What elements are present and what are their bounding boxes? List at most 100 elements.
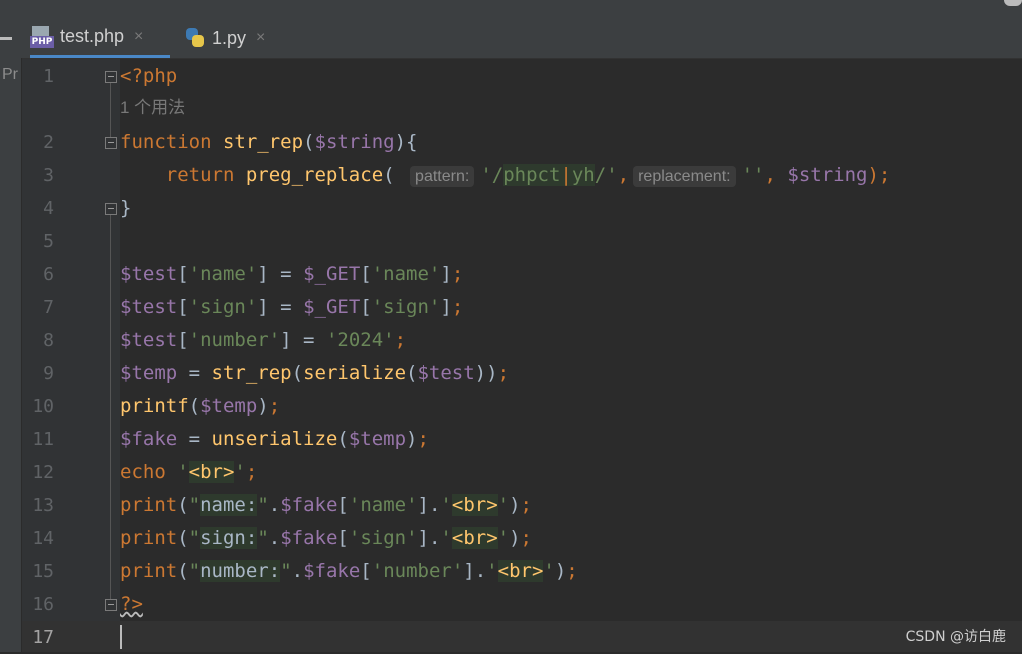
tab-test-php[interactable]: PHP test.php × xyxy=(30,18,170,58)
punctuation: [ xyxy=(337,527,349,549)
variable: $_GET xyxy=(303,263,361,285)
keyword: function xyxy=(120,131,212,153)
code-line-8[interactable]: $test['number'] = '2024'; xyxy=(120,324,406,357)
punctuation: ( xyxy=(383,164,395,186)
variable: $string xyxy=(314,131,395,153)
string: ' xyxy=(543,560,555,582)
punctuation: ); xyxy=(867,164,891,186)
string: " xyxy=(257,494,269,516)
punctuation: ] = xyxy=(280,329,326,351)
punctuation: [ xyxy=(360,560,372,582)
punctuation: ; xyxy=(497,362,510,384)
regex-alternation: | xyxy=(560,164,572,186)
window-top-bar xyxy=(0,0,1022,19)
collapse-icon[interactable] xyxy=(0,37,12,40)
line-number: 16 xyxy=(32,594,54,615)
punctuation: ] xyxy=(417,494,429,516)
project-tool-strip[interactable]: Pr xyxy=(0,58,22,652)
window-control-icon[interactable] xyxy=(1004,0,1022,6)
usage-hint[interactable]: 1 个用法 xyxy=(120,93,185,126)
close-icon[interactable]: × xyxy=(134,28,143,46)
line-number: 13 xyxy=(32,495,54,516)
parameter-hint: pattern: xyxy=(410,166,475,187)
code-line-4[interactable]: } xyxy=(120,192,131,225)
code-line-16[interactable]: ?> xyxy=(120,588,143,621)
code-line-15[interactable]: print("number:".$fake['number'].'<br>'); xyxy=(120,555,578,588)
project-label[interactable]: Pr xyxy=(2,66,18,84)
php-file-icon: PHP xyxy=(30,25,54,48)
punctuation: = xyxy=(177,362,212,384)
punctuation: [ xyxy=(360,263,372,285)
function-call: print xyxy=(120,560,178,582)
punctuation: , xyxy=(764,164,788,186)
fold-icon[interactable] xyxy=(105,71,117,83)
punctuation: ) xyxy=(509,527,521,549)
code-line-14[interactable]: print("sign:".$fake['sign'].'<br>'); xyxy=(120,522,532,555)
string: 'name' xyxy=(348,494,418,516)
code-line-10[interactable]: printf($temp); xyxy=(120,390,280,423)
fold-guide xyxy=(110,83,111,137)
code-line-3[interactable]: return preg_replace( pattern: '/phpct|yh/… xyxy=(120,159,890,192)
php-open-tag: <?php xyxy=(120,65,178,87)
variable: $temp xyxy=(200,395,258,417)
string: " xyxy=(257,527,269,549)
function-call: printf xyxy=(120,395,189,417)
string: 'name' xyxy=(371,263,441,285)
line-number: 12 xyxy=(32,462,54,483)
variable: $test xyxy=(417,362,475,384)
line-number: 10 xyxy=(32,396,54,417)
punctuation: ) xyxy=(406,428,418,450)
line-number: 1 xyxy=(43,66,54,87)
code-line-9[interactable]: $temp = str_rep(serialize($test)); xyxy=(120,357,509,390)
code-line-1[interactable]: <?php xyxy=(120,60,177,93)
fold-icon[interactable] xyxy=(105,137,117,149)
punctuation: ; xyxy=(268,395,281,417)
fold-icon[interactable] xyxy=(105,599,117,611)
close-icon[interactable]: × xyxy=(256,29,265,47)
code-line-7[interactable]: $test['sign'] = $_GET['sign']; xyxy=(120,291,463,324)
function-call: print xyxy=(120,527,178,549)
variable: $_GET xyxy=(303,296,361,318)
punctuation: ] = xyxy=(257,263,304,285)
punctuation: ( xyxy=(177,560,189,582)
punctuation: ; xyxy=(394,329,407,351)
html-tag: <br> xyxy=(451,494,498,516)
tab-label: 1.py xyxy=(212,27,247,48)
string-text: number: xyxy=(200,560,281,582)
punctuation: ; xyxy=(566,560,578,582)
punctuation: . xyxy=(291,560,304,582)
line-number: 14 xyxy=(32,528,54,549)
punctuation: ; xyxy=(520,527,532,549)
string: " xyxy=(188,527,201,549)
code-line-6[interactable]: $test['name'] = $_GET['name']; xyxy=(120,258,463,291)
regex-text: yh xyxy=(571,164,595,186)
regex-text: phpct xyxy=(503,164,561,186)
string: ' xyxy=(440,494,452,516)
watermark: CSDN @访白鹿 xyxy=(905,629,1006,645)
variable: $fake xyxy=(303,560,361,582)
punctuation: ){ xyxy=(394,131,418,153)
punctuation: ( xyxy=(188,395,201,417)
function-call: serialize xyxy=(303,362,407,384)
punctuation: ) xyxy=(554,560,567,582)
fold-icon[interactable] xyxy=(105,203,117,215)
code-line-13[interactable]: print("name:".$fake['name'].'<br>'); xyxy=(120,489,532,522)
variable: $temp xyxy=(348,428,407,450)
string: '2024' xyxy=(325,329,395,351)
python-file-icon xyxy=(184,27,206,49)
function-call: str_rep xyxy=(211,362,292,384)
tab-label: test.php xyxy=(60,26,125,46)
variable: $fake xyxy=(120,428,178,450)
variable: $fake xyxy=(280,527,338,549)
punctuation: ( xyxy=(177,494,189,516)
punctuation: ; xyxy=(245,461,258,483)
string: ' xyxy=(165,461,189,483)
tab-1-py[interactable]: 1.py × xyxy=(184,18,284,58)
line-number: 8 xyxy=(43,330,54,351)
parameter-hint: replacement: xyxy=(633,166,736,187)
string: " xyxy=(188,560,201,582)
code-line-12[interactable]: echo '<br>'; xyxy=(120,456,257,489)
keyword: echo xyxy=(120,461,166,483)
code-line-11[interactable]: $fake = unserialize($temp); xyxy=(120,423,429,456)
code-line-2[interactable]: function str_rep($string){ xyxy=(120,126,417,159)
